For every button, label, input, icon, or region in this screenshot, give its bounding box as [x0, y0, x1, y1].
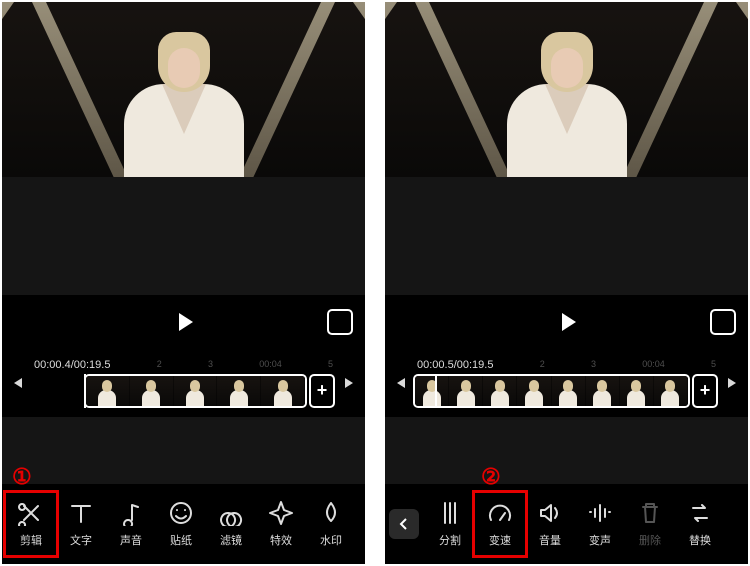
gauge-icon: [487, 500, 513, 526]
timeline[interactable]: 00:00.5/00:19.5 2 3 00:04 5 19.5s: [385, 349, 748, 417]
player-controls: [385, 295, 748, 349]
venn-icon: [218, 500, 244, 526]
tool-label: 剪辑: [20, 532, 42, 548]
timeline-ticks: 00:00.4/00:19.5 2 3 00:04 5: [30, 359, 337, 371]
fullscreen-icon[interactable]: [327, 309, 353, 335]
skip-end-icon[interactable]: [341, 374, 359, 392]
drop-icon: [318, 500, 344, 526]
tool-label: 文字: [70, 532, 92, 548]
tool-filter[interactable]: 滤镜: [206, 494, 256, 554]
player-controls: [2, 295, 365, 349]
tool-label: 分割: [439, 532, 461, 548]
replace-icon: [687, 500, 713, 526]
tool-speed[interactable]: 变速: [475, 494, 525, 554]
tool-edit[interactable]: 剪辑: [6, 494, 56, 554]
clip-strip[interactable]: +: [30, 374, 337, 408]
timecode: 00:00.4/00:19.5: [34, 359, 110, 371]
tool-label: 音量: [539, 532, 561, 548]
speaker-icon: [537, 500, 563, 526]
skip-start-icon[interactable]: [391, 374, 409, 392]
tool-sticker[interactable]: 贴纸: [156, 494, 206, 554]
tool-label: 特效: [270, 532, 292, 548]
scissors-icon: [18, 500, 44, 526]
clip-frames[interactable]: [84, 374, 307, 408]
play-icon[interactable]: [552, 307, 582, 337]
spacer: [2, 417, 365, 484]
tool-label: 删除: [639, 532, 661, 548]
preview-scene: [2, 2, 365, 177]
tool-label: 贴纸: [170, 532, 192, 548]
add-clip-button[interactable]: +: [309, 374, 335, 408]
add-clip-button[interactable]: +: [692, 374, 718, 408]
split-icon: [437, 500, 463, 526]
bottom-toolbar: 剪辑 文字 声音 贴纸 滤镜 特效 水印: [2, 484, 365, 564]
spark-icon: [268, 500, 294, 526]
tool-split[interactable]: 分割: [425, 494, 475, 554]
text-icon: [68, 500, 94, 526]
tool-replace[interactable]: 替换: [675, 494, 725, 554]
video-preview[interactable]: [2, 2, 365, 177]
tool-label: 变声: [589, 532, 611, 548]
playhead[interactable]: [435, 374, 437, 408]
smile-icon: [168, 500, 194, 526]
playhead[interactable]: [84, 374, 86, 408]
preview-black-bar: [2, 177, 365, 295]
tool-voice[interactable]: 变声: [575, 494, 625, 554]
play-icon[interactable]: [169, 307, 199, 337]
editor-screen-right: 00:00.5/00:19.5 2 3 00:04 5 19.5s: [385, 2, 748, 564]
tool-text[interactable]: 文字: [56, 494, 106, 554]
chevron-left-icon: [397, 517, 411, 531]
preview-scene: [385, 2, 748, 177]
timeline[interactable]: 00:00.4/00:19.5 2 3 00:04 5 +: [2, 349, 365, 417]
tool-label: 水印: [320, 532, 342, 548]
preview-black-bar: [385, 177, 748, 295]
note-icon: [118, 500, 144, 526]
trash-icon: [637, 500, 663, 526]
tool-label: 变速: [489, 532, 511, 548]
tool-label: 滤镜: [220, 532, 242, 548]
tool-water[interactable]: 水印: [306, 494, 356, 554]
spacer: [385, 417, 748, 484]
editor-screen-left: 00:00.4/00:19.5 2 3 00:04 5 + 剪辑文字声音贴纸滤: [2, 2, 365, 564]
timecode: 00:00.5/00:19.5: [417, 359, 493, 371]
clip-frames[interactable]: 19.5s: [413, 374, 690, 408]
back-button[interactable]: [389, 509, 419, 539]
video-preview[interactable]: [385, 2, 748, 177]
tool-label: 替换: [689, 532, 711, 548]
voice-icon: [587, 500, 613, 526]
timeline-ticks: 00:00.5/00:19.5 2 3 00:04 5: [413, 359, 720, 371]
clip-strip[interactable]: 19.5s +: [413, 374, 720, 408]
tool-delete[interactable]: 删除: [625, 494, 675, 554]
tool-volume[interactable]: 音量: [525, 494, 575, 554]
skip-end-icon[interactable]: [724, 374, 742, 392]
fullscreen-icon[interactable]: [710, 309, 736, 335]
bottom-toolbar: 分割 变速 音量 变声 删除 替换: [385, 484, 748, 564]
tool-fx[interactable]: 特效: [256, 494, 306, 554]
skip-start-icon[interactable]: [8, 374, 26, 392]
tool-label: 声音: [120, 532, 142, 548]
tool-sound[interactable]: 声音: [106, 494, 156, 554]
